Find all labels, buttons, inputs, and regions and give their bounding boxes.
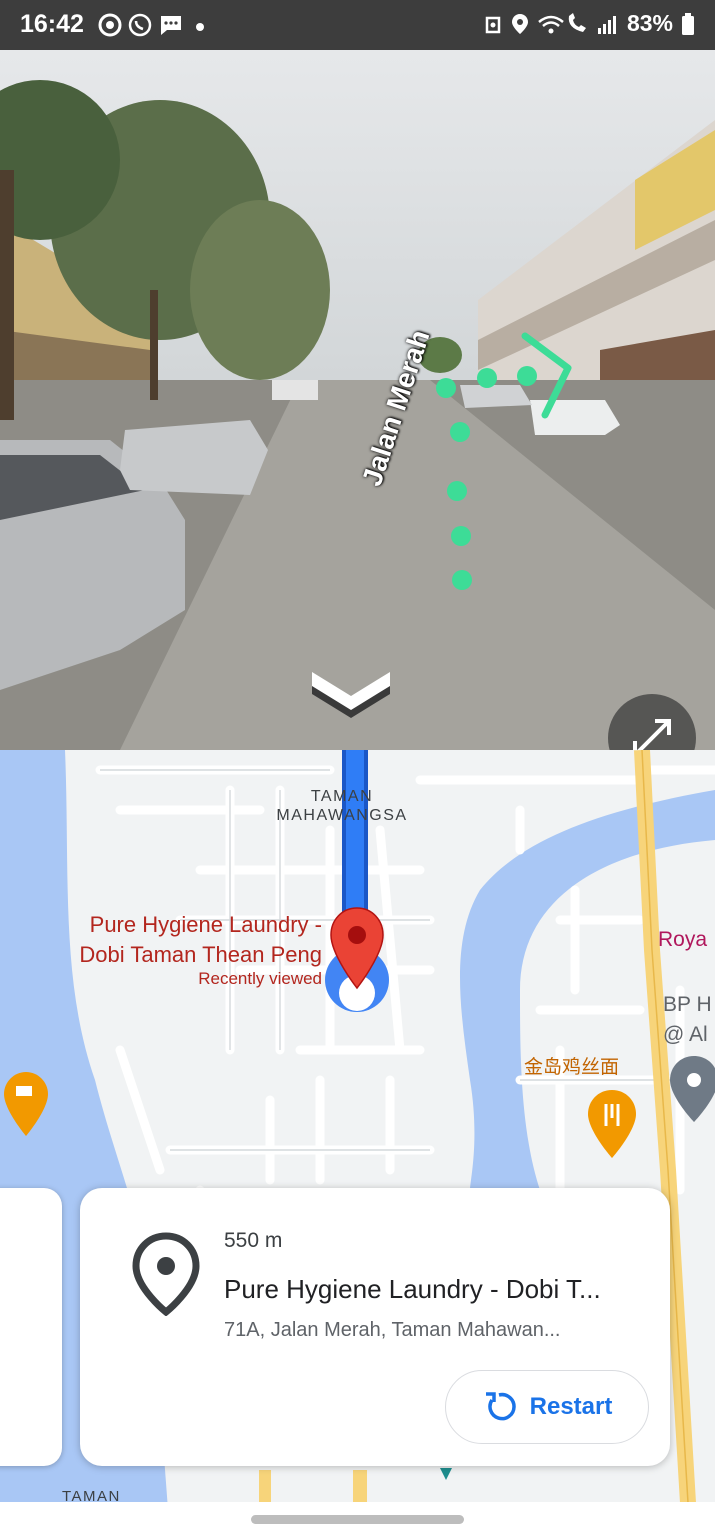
home-handle[interactable]: [251, 1515, 464, 1524]
alarm-icon: [485, 16, 501, 33]
messages-icon: [161, 16, 181, 35]
whatsapp-icon: [128, 13, 152, 37]
restart-button[interactable]: Restart: [445, 1370, 649, 1444]
expand-icon: [633, 719, 671, 750]
chrome-icon: [98, 13, 122, 37]
dot-icon: [196, 23, 204, 31]
battery-percent: 83%: [626, 10, 673, 36]
poi-royal-label[interactable]: Roya: [658, 928, 707, 952]
signal-icon: [597, 15, 616, 34]
previous-place-card[interactable]: [0, 1188, 62, 1466]
place-address: 71A, Jalan Merah, Taman Mahawan...: [224, 1319, 561, 1341]
distance-label: 550 m: [224, 1229, 283, 1252]
recently-viewed-label: Recently viewed: [198, 969, 322, 988]
restart-button-label: Restart: [529, 1393, 613, 1420]
battery-icon: [682, 12, 694, 35]
status-time: 16:42: [20, 10, 84, 38]
poi-bp-label[interactable]: BP H @ Al: [663, 990, 712, 1050]
location-pin-icon: [132, 1232, 200, 1316]
status-system-icons: 83%: [483, 10, 695, 37]
restart-icon: [485, 1392, 516, 1421]
place-label[interactable]: Pure Hygiene Laundry - Dobi Taman Thean …: [40, 910, 322, 970]
poi-restaurant-label[interactable]: 金岛鸡丝面: [524, 1052, 619, 1079]
map-area-label: TAMAN MAHAWANGSA: [276, 788, 408, 824]
place-card[interactable]: 550 m Pure Hygiene Laundry - Dobi T... 7…: [80, 1188, 670, 1466]
status-bar: 16:42 83%: [0, 0, 715, 50]
wifi-calling-icon: [538, 12, 586, 33]
navigation-gesture-bar: [0, 1502, 715, 1536]
street-view-panorama[interactable]: Jalan Merah: [0, 50, 715, 750]
location-icon: [511, 13, 528, 34]
status-notification-icons: [98, 13, 210, 37]
street-view-image: [0, 50, 715, 750]
place-title: Pure Hygiene Laundry - Dobi T...: [224, 1274, 601, 1304]
chevron-down-icon[interactable]: [308, 668, 394, 722]
